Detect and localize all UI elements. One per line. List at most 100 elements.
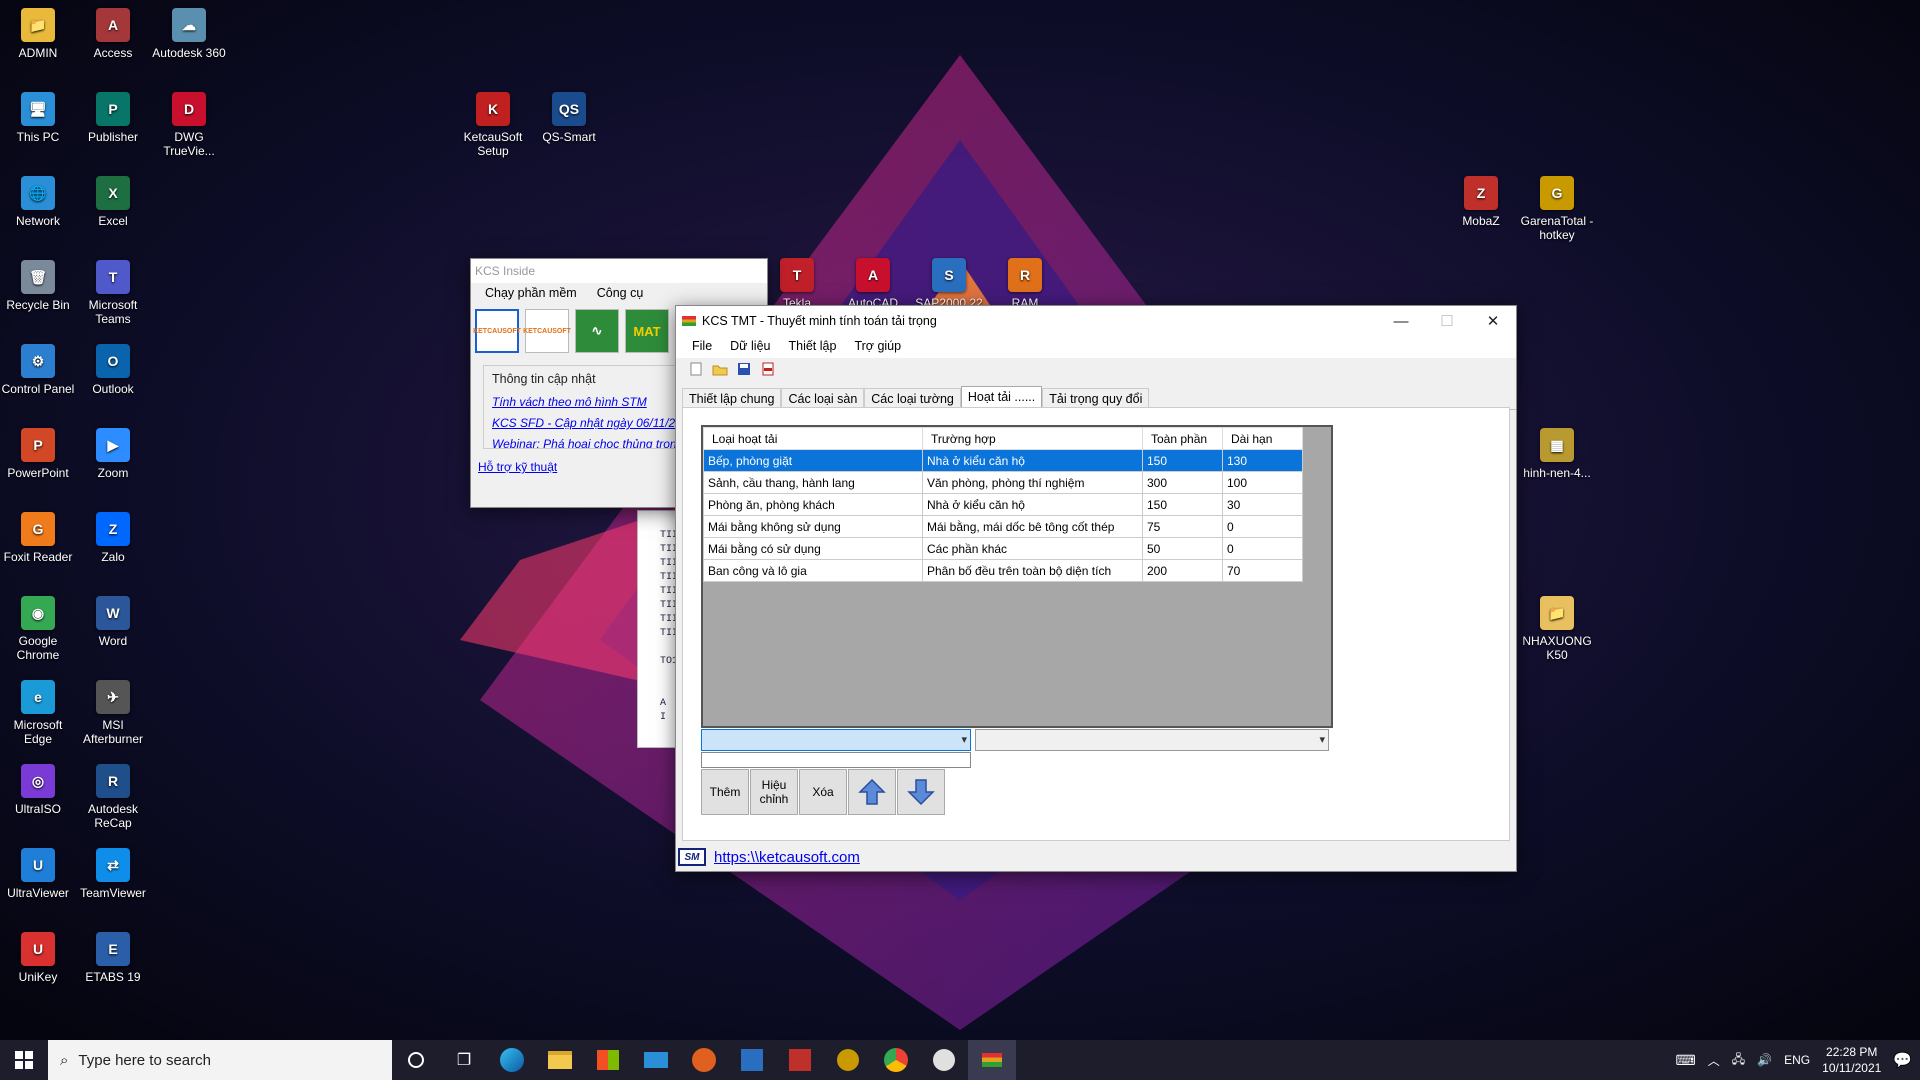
chevron-up-icon[interactable]: ︿: [1708, 1052, 1720, 1069]
desktop-icon-col2-7[interactable]: W Word: [74, 596, 152, 648]
desktop-icon-col1-3[interactable]: 🗑 Recycle Bin: [0, 260, 77, 312]
table-row[interactable]: Sảnh, cầu thang, hành lang Văn phòng, phò…: [703, 471, 1303, 494]
desktop-icon-col2-8[interactable]: ✈ MSI Afterburner: [74, 680, 152, 746]
table-cell[interactable]: 130: [1222, 449, 1303, 472]
desktop-icon-col2-4[interactable]: O Outlook: [74, 344, 152, 396]
table-cell[interactable]: 50: [1142, 537, 1223, 560]
desktop-icon-partial-2[interactable]: S SAP2000 22: [910, 258, 988, 310]
desktop-icon-col2-1[interactable]: P Publisher: [74, 92, 152, 144]
desktop-icon-extra-0[interactable]: K KetcauSoft Setup: [454, 92, 532, 158]
table-cell[interactable]: 70: [1222, 559, 1303, 582]
clock[interactable]: 22:28 PM 10/11/2021: [1822, 1044, 1881, 1076]
desktop-icon-extra-1[interactable]: QS QS-Smart: [530, 92, 608, 144]
taskbar-search[interactable]: ⌕ Type here to search: [48, 1040, 392, 1080]
table-cell[interactable]: Nhà ở kiểu căn hộ: [922, 449, 1143, 472]
menu-data[interactable]: Dữ liệu: [730, 339, 770, 355]
keyboard-icon[interactable]: ⌨: [1676, 1052, 1696, 1069]
menu-file[interactable]: File: [692, 339, 712, 355]
table-cell[interactable]: Bếp, phòng giặt: [703, 449, 923, 472]
load-type-dropdown[interactable]: ▾: [701, 729, 971, 751]
desktop-icon-extra-5[interactable]: 📁 NHAXUONG K50: [1518, 596, 1596, 662]
table-cell[interactable]: 0: [1222, 537, 1303, 560]
desktop-icon-col1-7[interactable]: ◉ Google Chrome: [0, 596, 77, 662]
desktop-icon-col2-3[interactable]: T Microsoft Teams: [74, 260, 152, 326]
live-load-grid[interactable]: Loại hoạt tải Trường hợp Toàn phần Dài h…: [701, 425, 1333, 728]
mat-tool-button[interactable]: MAT: [625, 309, 669, 353]
volume-icon[interactable]: 🔊: [1757, 1053, 1772, 1067]
taskbar-app-red[interactable]: [680, 1040, 728, 1080]
ketcausoft-tool-1-button[interactable]: KETCAUSOFT: [473, 309, 521, 353]
table-cell[interactable]: 200: [1142, 559, 1223, 582]
menu-tools[interactable]: Công cụ: [597, 286, 644, 302]
desktop-icon-col2-10[interactable]: ⇄ TeamViewer: [74, 848, 152, 900]
new-file-icon[interactable]: [688, 361, 704, 377]
load-type-dropdown-list[interactable]: [701, 752, 971, 768]
menu-settings[interactable]: Thiết lập: [788, 339, 836, 355]
col-header-total[interactable]: Toàn phần: [1142, 427, 1223, 450]
desktop-icon-col3-1[interactable]: D DWG TrueVie...: [150, 92, 228, 158]
menu-run-software[interactable]: Chạy phần mềm: [485, 286, 577, 302]
table-cell[interactable]: Sảnh, cầu thang, hành lang: [703, 471, 923, 494]
website-link[interactable]: https:\\ketcausoft.com: [714, 849, 860, 866]
table-row[interactable]: Mái bằng không sử dụng Mái bằng, mái dốc …: [703, 515, 1303, 538]
col-header-case[interactable]: Trường hợp: [922, 427, 1143, 450]
add-button[interactable]: Thêm: [701, 769, 749, 815]
table-cell[interactable]: Mái bằng không sử dụng: [703, 515, 923, 538]
save-icon[interactable]: [736, 361, 752, 377]
desktop-icon-col2-11[interactable]: E ETABS 19: [74, 932, 152, 984]
table-row[interactable]: Ban công và lô gia Phân bố đều trên toàn …: [703, 559, 1303, 582]
table-row[interactable]: Phòng ăn, phòng khách Nhà ở kiểu căn hộ 15…: [703, 493, 1303, 516]
language-indicator[interactable]: ENG: [1784, 1053, 1810, 1067]
open-folder-icon[interactable]: [712, 361, 728, 377]
desktop-icon-col2-2[interactable]: X Excel: [74, 176, 152, 228]
desktop-icon-col1-11[interactable]: U UniKey: [0, 932, 77, 984]
network-icon[interactable]: 🖧: [1732, 1050, 1745, 1071]
desktop-icon-col1-4[interactable]: ⚙ Control Panel: [0, 344, 77, 396]
taskbar-edge[interactable]: [488, 1040, 536, 1080]
ketcausoft-tool-2-button[interactable]: KETCAUSOFT: [523, 309, 571, 353]
desktop-icon-col2-6[interactable]: Z Zalo: [74, 512, 152, 564]
desktop-icon-col1-5[interactable]: P PowerPoint: [0, 428, 77, 480]
table-cell[interactable]: 150: [1142, 449, 1223, 472]
maximize-button[interactable]: ☐: [1424, 306, 1470, 336]
notification-icon[interactable]: 💬: [1893, 1051, 1912, 1069]
desktop-icon-col3-0[interactable]: ☁ Autodesk 360: [150, 8, 228, 60]
desktop-icon-extra-4[interactable]: ▦ hinh-nen-4...: [1518, 428, 1596, 480]
menu-help[interactable]: Trợ giúp: [854, 339, 901, 355]
task-view-button[interactable]: ❐: [440, 1040, 488, 1080]
table-cell[interactable]: Các phần khác: [922, 537, 1143, 560]
desktop-icon-col1-2[interactable]: 🌐 Network: [0, 176, 77, 228]
col-header-load-type[interactable]: Loại hoạt tải: [703, 427, 923, 450]
desktop-icon-col2-5[interactable]: ▶ Zoom: [74, 428, 152, 480]
tab-wall-types[interactable]: Các loại tường: [864, 388, 961, 409]
case-dropdown[interactable]: ▾: [975, 729, 1329, 751]
table-cell[interactable]: 150: [1142, 493, 1223, 516]
start-button[interactable]: [0, 1040, 48, 1080]
taskbar-kcs-tmt[interactable]: [968, 1040, 1016, 1080]
desktop-icon-partial-3[interactable]: R RAM: [986, 258, 1064, 310]
desktop-icon-extra-3[interactable]: G GarenaTotal - hotkey: [1518, 176, 1596, 242]
desktop-icon-col1-0[interactable]: 📁 ADMIN: [0, 8, 77, 60]
desktop-icon-partial-0[interactable]: T Tekla: [758, 258, 836, 310]
table-cell[interactable]: 30: [1222, 493, 1303, 516]
desktop-icon-col1-8[interactable]: e Microsoft Edge: [0, 680, 77, 746]
tab-equivalent-load[interactable]: Tải trọng quy đổi: [1042, 388, 1150, 409]
table-cell[interactable]: Mái bằng, mái dốc bê tông cốt thép: [922, 515, 1143, 538]
delete-button[interactable]: Xóa: [799, 769, 847, 815]
tab-general-settings[interactable]: Thiết lập chung: [682, 388, 782, 409]
taskbar-sap2000[interactable]: [728, 1040, 776, 1080]
table-cell[interactable]: 0: [1222, 515, 1303, 538]
table-cell[interactable]: Phân bố đều trên toàn bộ diện tích: [922, 559, 1143, 582]
taskbar-file-explorer[interactable]: [536, 1040, 584, 1080]
desktop-icon-col1-6[interactable]: G Foxit Reader: [0, 512, 77, 564]
table-cell[interactable]: 100: [1222, 471, 1303, 494]
taskbar-mail[interactable]: [632, 1040, 680, 1080]
move-down-button[interactable]: [897, 769, 945, 815]
tab-slab-types[interactable]: Các loại sàn: [781, 388, 865, 409]
edit-button[interactable]: Hiệu chỉnh: [750, 769, 798, 815]
cortana-button[interactable]: [392, 1040, 440, 1080]
table-row[interactable]: Bếp, phòng giặt Nhà ở kiểu căn hộ 150 130: [703, 449, 1303, 472]
waveform-tool-button[interactable]: ∿: [575, 309, 619, 353]
taskbar-store[interactable]: [584, 1040, 632, 1080]
close-button[interactable]: ✕: [1470, 306, 1516, 336]
